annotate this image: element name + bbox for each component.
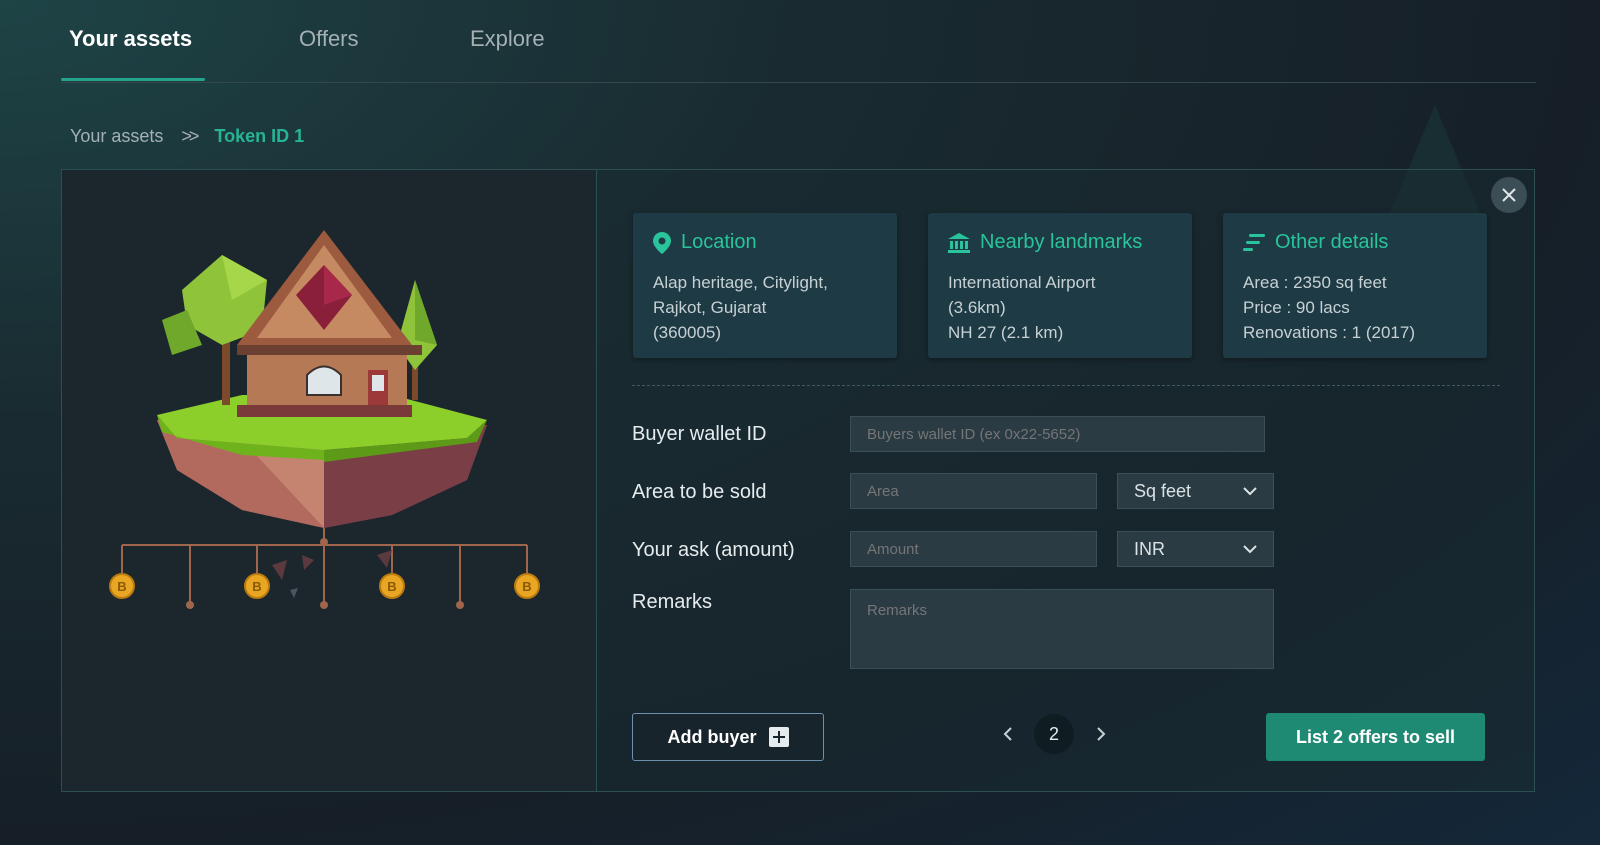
buyer-wallet-label: Buyer wallet ID xyxy=(632,423,767,445)
add-buyer-button[interactable]: Add buyer xyxy=(632,713,824,761)
list-icon xyxy=(1243,233,1265,251)
location-title: Location xyxy=(681,231,757,253)
svg-text:B: B xyxy=(522,579,531,594)
list-offers-button[interactable]: List 2 offers to sell xyxy=(1266,713,1485,761)
area-unit-select[interactable]: Sq feet xyxy=(1117,473,1274,509)
detail-price: Price : 90 lacs xyxy=(1243,298,1350,317)
add-buyer-label: Add buyer xyxy=(667,726,757,747)
landmarks-title: Nearby landmarks xyxy=(980,231,1143,253)
breadcrumb-separator: >> xyxy=(181,126,199,146)
currency-select[interactable]: INR xyxy=(1117,531,1274,567)
section-divider xyxy=(632,385,1500,386)
landmark-line-2: (3.6km) xyxy=(948,298,1006,317)
landmark-line-3: NH 27 (2.1 km) xyxy=(948,323,1064,342)
breadcrumb-token-id: Token ID 1 xyxy=(214,126,305,146)
chevron-right-icon xyxy=(1096,727,1105,741)
remarks-label: Remarks xyxy=(632,591,713,613)
active-tab-indicator xyxy=(61,78,205,81)
other-details-card: Other details Area : 2350 sq feet Price … xyxy=(1223,213,1487,358)
detail-renovations: Renovations : 1 (2017) xyxy=(1243,323,1415,342)
ask-amount-label: Your ask (amount) xyxy=(632,539,795,561)
tab-offers[interactable]: Offers xyxy=(299,26,359,52)
landmarks-card: Nearby landmarks International Airport (… xyxy=(928,213,1192,358)
prev-page-button[interactable] xyxy=(992,714,1022,754)
map-pin-icon xyxy=(653,231,671,254)
close-icon xyxy=(1502,188,1516,202)
amount-input[interactable] xyxy=(850,531,1097,567)
location-card: Location Alap heritage, Citylight, Rajko… xyxy=(633,213,897,358)
area-unit-value: Sq feet xyxy=(1134,480,1192,501)
pagination: 2 xyxy=(992,714,1116,754)
landmark-line-1: International Airport xyxy=(948,273,1096,292)
area-label: Area to be sold xyxy=(632,481,767,503)
tab-explore[interactable]: Explore xyxy=(470,26,545,52)
top-tab-bar: Your assets Offers Explore xyxy=(61,0,1536,83)
location-line-1: Alap heritage, Citylight, xyxy=(653,273,828,292)
svg-text:B: B xyxy=(252,579,261,594)
breadcrumb: Your assets >> Token ID 1 xyxy=(70,126,304,147)
area-input[interactable] xyxy=(850,473,1097,509)
location-line-2: Rajkot, Gujarat xyxy=(653,298,767,317)
location-line-3: (360005) xyxy=(653,323,722,342)
tab-your-assets[interactable]: Your assets xyxy=(69,26,192,52)
svg-text:B: B xyxy=(387,579,396,594)
bank-icon xyxy=(948,232,970,253)
current-page[interactable]: 2 xyxy=(1034,714,1074,754)
breadcrumb-your-assets[interactable]: Your assets xyxy=(70,126,163,147)
close-button[interactable] xyxy=(1491,177,1527,213)
currency-value: INR xyxy=(1134,538,1165,559)
remarks-textarea[interactable] xyxy=(850,589,1274,669)
floating-house-illustration: B B B B xyxy=(109,230,540,609)
detail-area: Area : 2350 sq feet xyxy=(1243,273,1387,292)
asset-details-panel: Location Alap heritage, Citylight, Rajko… xyxy=(597,170,1534,791)
chevron-left-icon xyxy=(1003,727,1012,741)
other-details-title: Other details xyxy=(1275,231,1389,253)
svg-text:B: B xyxy=(117,579,126,594)
chevron-down-icon xyxy=(1243,544,1257,553)
chevron-down-icon xyxy=(1243,486,1257,495)
network-lines xyxy=(121,515,528,605)
plus-icon xyxy=(768,727,789,747)
buyer-wallet-input[interactable] xyxy=(850,416,1265,452)
asset-illustration-panel: B B B B xyxy=(62,170,597,791)
asset-card: B B B B Location Alap heritage, Cityligh… xyxy=(61,169,1535,792)
next-page-button[interactable] xyxy=(1086,714,1116,754)
